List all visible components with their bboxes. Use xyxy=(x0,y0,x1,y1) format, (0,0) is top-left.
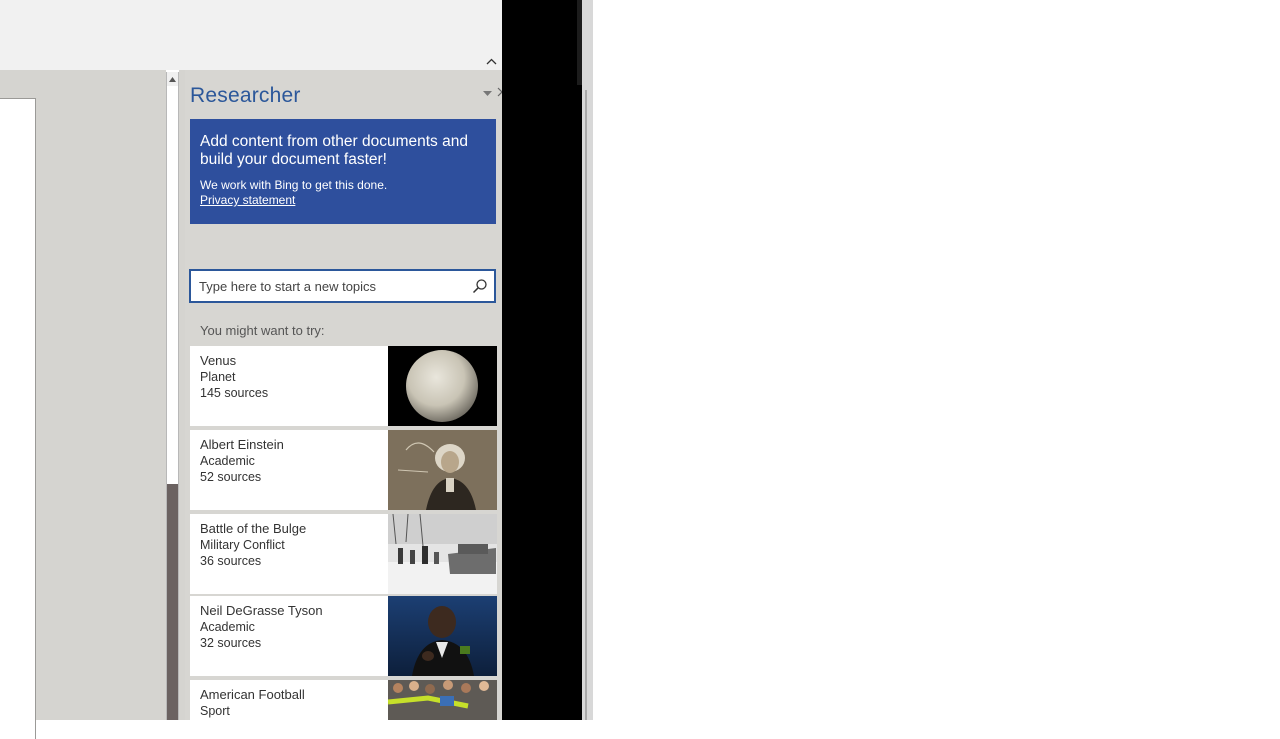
document-canvas xyxy=(0,70,166,739)
card-category: Academic xyxy=(200,620,255,634)
suggestions-label: You might want to try: xyxy=(200,323,325,338)
venus-planet-image xyxy=(388,346,497,426)
card-title: Albert Einstein xyxy=(200,437,284,452)
card-title: Venus xyxy=(200,353,237,368)
window-divider xyxy=(502,0,582,720)
scroll-up-button[interactable] xyxy=(167,72,178,87)
collapse-ribbon-button[interactable] xyxy=(482,52,500,70)
scroll-up-arrow-icon xyxy=(169,76,176,82)
card-title: Battle of the Bulge xyxy=(200,521,307,536)
tyson-portrait-image xyxy=(388,596,497,676)
card-sources: 32 sources xyxy=(200,636,262,650)
card-text: Neil DeGrasse Tyson Academic 32 sources xyxy=(200,603,323,651)
card-category: Sport xyxy=(200,704,230,718)
card-sources: 145 sources xyxy=(200,386,269,400)
card-title: Neil DeGrasse Tyson xyxy=(200,603,323,618)
card-sources: 52 sources xyxy=(200,470,262,484)
card-title: American Football xyxy=(200,687,305,702)
search-box xyxy=(189,269,496,303)
card-text: Albert Einstein Academic 52 sources xyxy=(200,437,284,485)
ribbon-area xyxy=(0,0,502,70)
adjacent-window-border xyxy=(585,90,587,720)
battle-photo-image xyxy=(388,514,497,594)
card-sources: 36 sources xyxy=(200,554,262,568)
card-text: Battle of the Bulge Military Conflict 36… xyxy=(200,521,306,569)
banner-heading: Add content from other documents and bui… xyxy=(200,133,468,168)
pane-title: Researcher xyxy=(190,84,301,107)
privacy-statement-link[interactable]: Privacy statement xyxy=(200,193,486,208)
football-photo-image xyxy=(388,680,497,720)
info-banner: Add content from other documents and bui… xyxy=(190,119,496,224)
card-category: Planet xyxy=(200,370,236,384)
card-text: American Football Sport xyxy=(200,687,305,719)
dropdown-triangle-icon xyxy=(482,90,492,96)
card-text: Venus Planet 145 sources xyxy=(200,353,268,401)
document-page[interactable] xyxy=(0,98,36,739)
banner-body: We work with Bing to get this done. xyxy=(200,178,388,192)
suggestion-card-battle-of-the-bulge[interactable]: Battle of the Bulge Military Conflict 36… xyxy=(190,514,497,594)
scrollbar-track[interactable] xyxy=(167,484,178,720)
researcher-pane: Researcher Add content from other docume… xyxy=(185,70,502,720)
adjacent-window-edge xyxy=(582,0,593,720)
pane-options-button[interactable] xyxy=(481,88,493,98)
vertical-scrollbar[interactable] xyxy=(166,72,179,720)
search-input[interactable] xyxy=(199,271,469,301)
suggestion-card-neil-degrasse-tyson[interactable]: Neil DeGrasse Tyson Academic 32 sources xyxy=(190,596,497,676)
scrollbar-thumb[interactable] xyxy=(167,86,178,484)
suggestion-card-american-football[interactable]: American Football Sport xyxy=(190,680,497,720)
card-category: Military Conflict xyxy=(200,538,285,552)
einstein-portrait-image xyxy=(388,430,497,510)
suggestion-card-einstein[interactable]: Albert Einstein Academic 52 sources xyxy=(190,430,497,510)
chevron-up-icon xyxy=(486,58,496,64)
card-category: Academic xyxy=(200,454,255,468)
suggestion-card-venus[interactable]: Venus Planet 145 sources xyxy=(190,346,497,426)
search-icon[interactable] xyxy=(472,278,488,294)
